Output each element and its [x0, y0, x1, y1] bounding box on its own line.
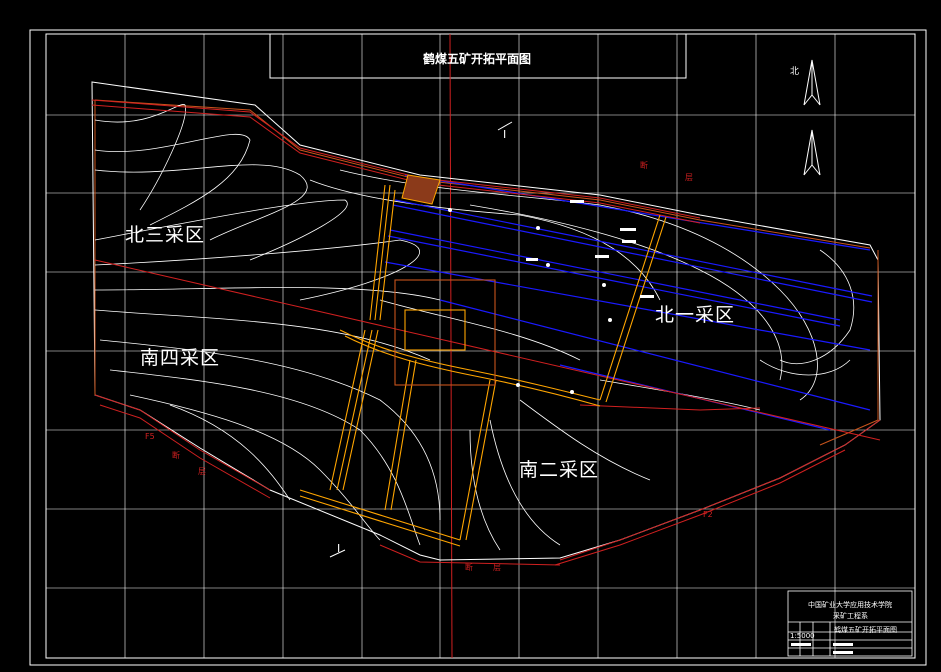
layer-word-f5: 层: [198, 467, 206, 476]
section-line: [449, 33, 453, 659]
title-block-drawing-name: 鹤煤五矿开拓平面图: [834, 626, 897, 634]
industrial-site: [401, 174, 441, 205]
zone-label-north-one: 北一采区: [655, 304, 736, 326]
zone-label-south-four: 南四采区: [140, 347, 221, 369]
contours: [94, 104, 854, 551]
layer-word-south: 层: [493, 563, 501, 572]
layer-word-north: 层: [685, 173, 693, 182]
scale-value: 1:5000: [790, 632, 815, 640]
zone-label-north-three: 北三采区: [125, 224, 206, 246]
fault-word-north: 断: [640, 161, 648, 170]
institute-name: 中国矿业大学应用技术学院: [808, 601, 892, 609]
fault-label-f5: F5: [145, 432, 155, 441]
north-label: 北: [790, 67, 800, 77]
mine-boundary: [91, 81, 881, 561]
fault-word-south: 断: [465, 563, 473, 572]
drawing-title: 鹤煤五矿开拓平面图: [423, 52, 532, 66]
north-arrow-icon: [803, 59, 821, 176]
fault-word-f5: 断: [172, 451, 180, 460]
fault-label-f2: F2: [703, 510, 713, 519]
faults: [91, 99, 881, 566]
zone-label-south-two: 南二采区: [519, 459, 600, 481]
section-mark-bottom: I: [337, 542, 341, 555]
coal-seams: [384, 174, 873, 431]
section-mark-top: I: [503, 128, 507, 141]
roadways: [299, 184, 667, 547]
department-name: 采矿工程系: [833, 612, 868, 620]
